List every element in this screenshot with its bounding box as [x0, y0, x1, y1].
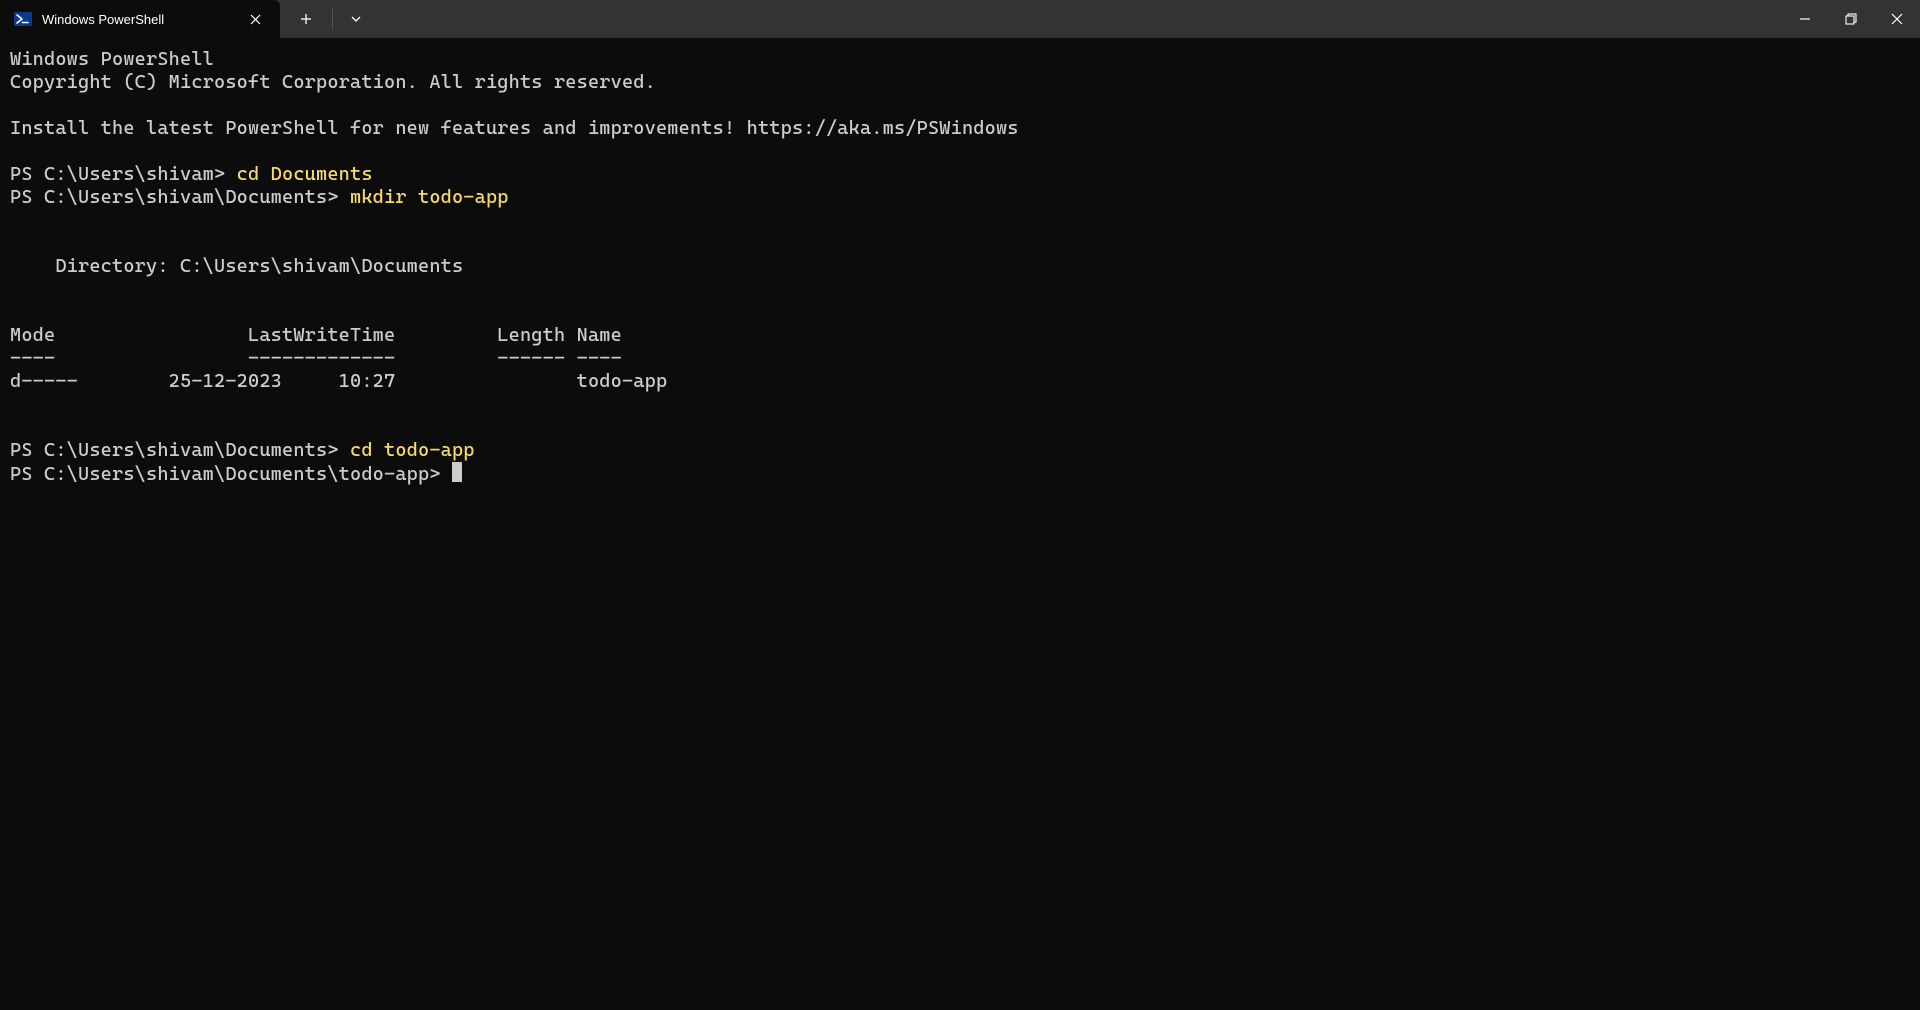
text-cursor	[452, 462, 462, 482]
table-header: Mode LastWriteTime Length Name	[10, 324, 622, 346]
maximize-button[interactable]	[1828, 0, 1874, 38]
new-tab-button[interactable]	[286, 13, 326, 25]
close-icon	[250, 14, 261, 25]
chevron-down-icon	[350, 13, 362, 25]
powershell-icon	[14, 10, 32, 28]
close-icon	[1891, 13, 1903, 25]
minimize-icon	[1799, 13, 1811, 25]
prompt: PS C:\Users\shivam>	[10, 163, 237, 185]
plus-icon	[300, 13, 312, 25]
command-text: cd todo-app	[350, 439, 475, 461]
table-rule: ---- ------------- ------ ----	[10, 347, 622, 369]
tab-powershell[interactable]: Windows PowerShell	[0, 0, 280, 38]
minimize-button[interactable]	[1782, 0, 1828, 38]
command-text: cd Documents	[237, 163, 373, 185]
banner-line: Copyright (C) Microsoft Corporation. All…	[10, 71, 656, 93]
tab-title: Windows PowerShell	[42, 12, 232, 27]
tab-dropdown-button[interactable]	[339, 13, 373, 25]
titlebar: Windows PowerShell	[0, 0, 1920, 38]
titlebar-drag-region[interactable]	[373, 0, 1782, 38]
tab-close-button[interactable]	[242, 6, 268, 32]
titlebar-divider	[332, 9, 333, 29]
command-text: mkdir todo-app	[350, 186, 509, 208]
prompt: PS C:\Users\shivam\Documents>	[10, 439, 350, 461]
output-line: Directory: C:\Users\shivam\Documents	[10, 255, 463, 277]
terminal-pane[interactable]: Windows PowerShell Copyright (C) Microso…	[0, 38, 1920, 1010]
prompt: PS C:\Users\shivam\Documents\todo-app>	[10, 463, 452, 485]
window-close-button[interactable]	[1874, 0, 1920, 38]
banner-line: Install the latest PowerShell for new fe…	[10, 117, 1019, 139]
window-controls	[1782, 0, 1920, 38]
new-tab-area	[280, 0, 373, 38]
prompt: PS C:\Users\shivam\Documents>	[10, 186, 350, 208]
banner-line: Windows PowerShell	[10, 48, 214, 70]
maximize-restore-icon	[1845, 13, 1857, 25]
table-row: d----- 25-12-2023 10:27 todo-app	[10, 370, 667, 392]
